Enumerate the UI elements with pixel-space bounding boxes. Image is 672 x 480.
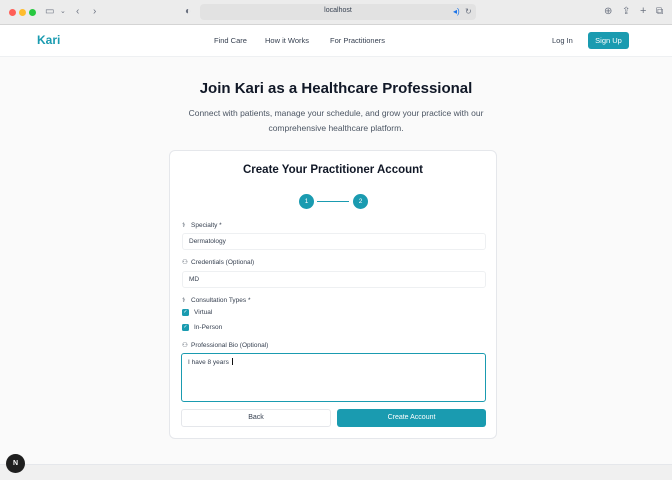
bottom-bar <box>0 464 672 480</box>
bio-textarea[interactable]: I have 8 years <box>181 353 486 402</box>
shield-icon: ◐ <box>185 6 192 17</box>
back-button[interactable]: Back <box>181 409 331 427</box>
download-icon[interactable]: ⊕ <box>604 6 612 18</box>
chevron-down-icon[interactable]: ⌄ <box>60 6 66 18</box>
specialty-input[interactable]: Dermatology <box>182 233 486 250</box>
nav-find-care[interactable]: Find Care <box>214 36 247 45</box>
nav-for-practitioners[interactable]: For Practitioners <box>330 36 385 45</box>
step-1-indicator: 1 <box>299 194 314 209</box>
forward-arrow-icon[interactable]: › <box>93 6 96 18</box>
create-account-button[interactable]: Create Account <box>337 409 486 427</box>
address-text: localhost <box>324 7 352 14</box>
audio-icon[interactable]: ◂) <box>453 6 460 18</box>
credentials-input[interactable]: MD <box>182 271 486 288</box>
tabs-overview-icon[interactable]: ⧉ <box>656 6 663 18</box>
site-header: Kari Find Care How it Works For Practiti… <box>0 25 672 57</box>
new-tab-icon[interactable]: + <box>640 5 646 17</box>
step-connector <box>317 201 349 202</box>
logo[interactable]: Kari <box>37 33 60 47</box>
page-subtitle: Connect with patients, manage your sched… <box>188 108 484 133</box>
minimize-window-button[interactable] <box>19 9 26 16</box>
signup-button[interactable]: Sign Up <box>588 32 629 49</box>
user-icon: ⚇ <box>182 342 188 349</box>
virtual-label: Virtual <box>194 309 213 316</box>
in-person-label: In-Person <box>194 324 223 331</box>
virtual-checkbox[interactable]: ✓ <box>182 309 189 316</box>
step-2-indicator: 2 <box>353 194 368 209</box>
address-bar[interactable]: localhost ◂) ↻ <box>200 4 476 20</box>
in-person-checkbox[interactable]: ✓ <box>182 324 189 331</box>
next-dev-badge[interactable]: N <box>6 454 25 473</box>
specialty-label: ⚕ Specialty * <box>182 222 222 229</box>
page-title: Join Kari as a Healthcare Professional <box>199 80 473 97</box>
back-arrow-icon[interactable]: ‹ <box>76 6 79 18</box>
text-caret <box>231 358 233 365</box>
login-link[interactable]: Log In <box>552 36 573 45</box>
credentials-label: ⚇ Credentials (Optional) <box>182 259 255 266</box>
reload-icon[interactable]: ↻ <box>465 6 472 18</box>
nav-how-it-works[interactable]: How it Works <box>265 36 309 45</box>
signup-card: Create Your Practitioner Account 1 2 ⚕ Sp… <box>169 150 497 439</box>
bio-label: ⚇ Professional Bio (Optional) <box>182 342 269 349</box>
stethoscope-icon: ⚕ <box>182 222 186 229</box>
sidebar-icon[interactable]: ▭ <box>45 6 54 18</box>
close-window-button[interactable] <box>9 9 16 16</box>
user-icon: ⚇ <box>182 259 188 266</box>
consultation-types-label: ⚕ Consultation Types * <box>182 297 251 304</box>
card-title: Create Your Practitioner Account <box>243 164 423 176</box>
browser-toolbar: ▭ ⌄ ‹ › ◐ localhost ◂) ↻ ⊕ ⇪ + ⧉ <box>0 0 672 25</box>
share-icon[interactable]: ⇪ <box>622 6 630 18</box>
stethoscope-icon: ⚕ <box>182 297 186 304</box>
maximize-window-button[interactable] <box>29 9 36 16</box>
